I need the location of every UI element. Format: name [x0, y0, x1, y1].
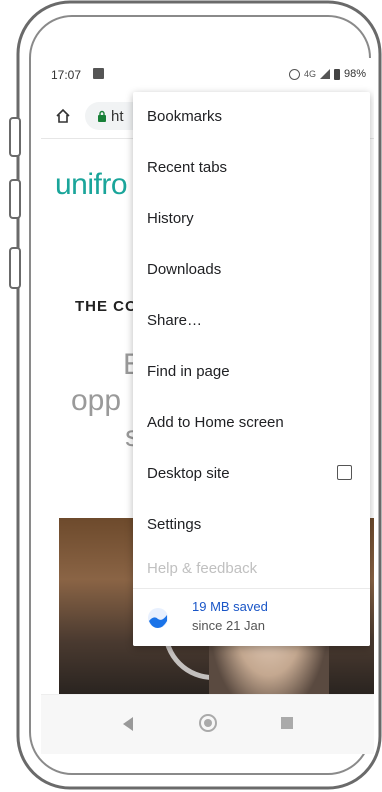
- data-saver-summary[interactable]: 19 MB saved since 21 Jan: [133, 588, 370, 646]
- menu-item-label: Desktop site: [147, 465, 230, 482]
- signal-icon: [319, 69, 330, 79]
- menu-item-label: Add to Home screen: [147, 414, 284, 431]
- menu-item-label: Share…: [147, 312, 203, 329]
- page-heading: THE CO: [75, 298, 138, 315]
- menu-item-label: Downloads: [147, 261, 222, 278]
- desktop-site-checkbox[interactable]: [337, 465, 352, 480]
- menu-item-add-to-home-screen[interactable]: Add to Home screen: [133, 398, 370, 449]
- hero-text-line: opp: [71, 384, 122, 417]
- menu-item-bookmarks[interactable]: Bookmarks: [133, 92, 370, 143]
- system-nav-bar: [41, 694, 374, 754]
- menu-item-find-in-page[interactable]: Find in page: [133, 347, 370, 398]
- url-text: ht: [111, 108, 124, 125]
- device-stage: 17:07 4G 98% ht unifro THE CO opp Bookma…: [0, 0, 382, 792]
- menu-item-help-feedback[interactable]: Help & feedback: [133, 536, 370, 587]
- menu-item-label: History: [147, 210, 194, 227]
- data-saver-icon: [148, 608, 168, 628]
- status-indicators: 4G 98%: [288, 68, 366, 80]
- home-button-icon[interactable]: [199, 714, 217, 732]
- menu-item-history[interactable]: History: [133, 194, 370, 245]
- battery-level: 98%: [343, 68, 366, 80]
- network-type: 4G: [303, 69, 316, 79]
- alarm-icon: [288, 68, 300, 80]
- menu-item-label: Help & feedback: [147, 560, 258, 577]
- recent-apps-icon[interactable]: [281, 717, 293, 729]
- battery-icon: [333, 68, 340, 80]
- menu-item-recent-tabs[interactable]: Recent tabs: [133, 143, 370, 194]
- menu-item-downloads[interactable]: Downloads: [133, 245, 370, 296]
- data-saved-amount: 19 MB saved: [192, 599, 268, 614]
- back-icon[interactable]: [123, 717, 133, 731]
- menu-item-label: Bookmarks: [147, 108, 223, 125]
- lock-icon: [98, 110, 106, 122]
- data-saved-since: since 21 Jan: [192, 618, 265, 633]
- menu-item-label: Recent tabs: [147, 159, 228, 176]
- menu-item-share[interactable]: Share…: [133, 296, 370, 347]
- image-notification-icon: [93, 68, 104, 79]
- site-logo[interactable]: unifro: [55, 168, 128, 202]
- status-time: 17:07: [51, 68, 82, 82]
- overflow-menu: Bookmarks Recent tabs History Downloads …: [133, 92, 370, 646]
- menu-item-label: Find in page: [147, 363, 230, 380]
- menu-item-label: Settings: [147, 516, 202, 533]
- home-icon[interactable]: [55, 108, 71, 124]
- status-bar: 17:07 4G 98%: [41, 58, 374, 94]
- phone-screen: 17:07 4G 98% ht unifro THE CO opp Bookma…: [41, 58, 374, 754]
- menu-item-desktop-site[interactable]: Desktop site: [133, 449, 370, 500]
